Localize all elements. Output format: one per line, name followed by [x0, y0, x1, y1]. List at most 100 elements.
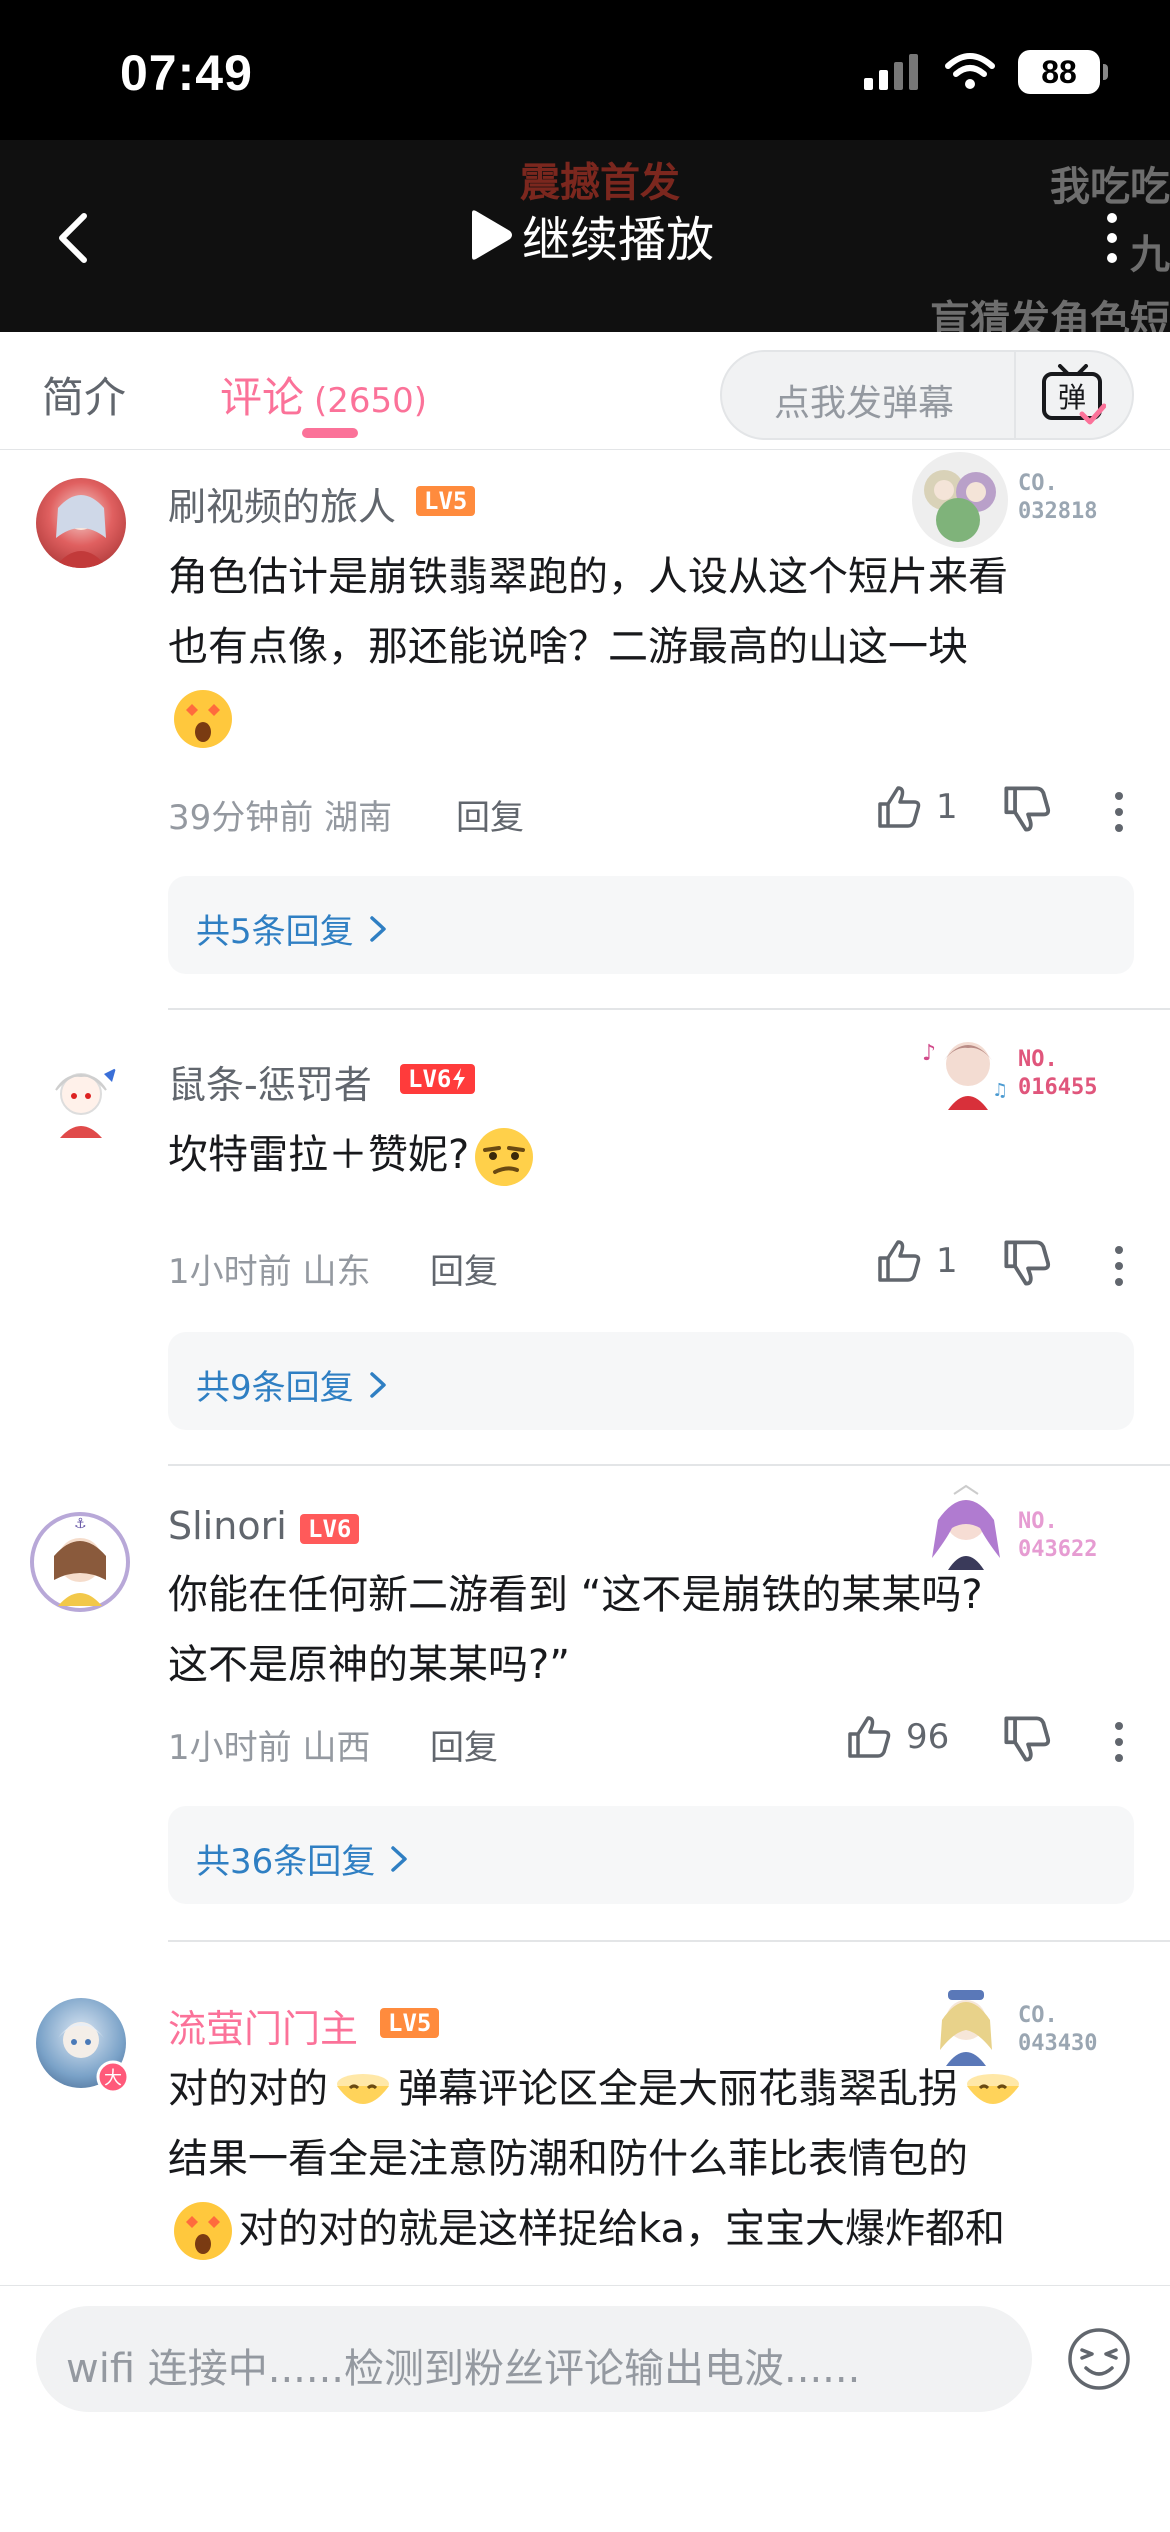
back-arrow-icon[interactable]: [44, 208, 104, 268]
tab-comments-label: 评论: [220, 373, 305, 422]
view-replies-button[interactable]: 共5条回复: [168, 876, 1134, 974]
comment-time: 39分钟前: [168, 798, 314, 838]
tabs-bar: 简介 评论 (2650) 点我发弹幕 弹: [0, 332, 1170, 450]
comment-input[interactable]: wifi 连接中......检测到粉丝评论输出电波......: [36, 2306, 1032, 2412]
surprised-emoji-icon: [174, 690, 232, 748]
verified-badge-icon: 大: [96, 2060, 130, 2094]
username[interactable]: 刷视频的旅人: [168, 476, 396, 531]
fan-badge-art: [912, 452, 1008, 548]
comment-location: 山东: [302, 1252, 371, 1292]
smug-emoji-icon: [475, 1128, 534, 1186]
reply-button[interactable]: 回复: [430, 1720, 498, 1769]
thumbs-down-icon[interactable]: [1002, 1714, 1052, 1764]
level-badge: LV5: [416, 486, 476, 516]
avatar-image: ⚓: [30, 1512, 130, 1612]
like-button[interactable]: 1: [876, 784, 958, 830]
comment-time: 1小时前: [168, 1252, 292, 1292]
like-count: 96: [906, 1717, 950, 1757]
comment-text: 角色估计是崩铁翡翠跑的，人设从这个短片来看 也有点像，那还能说啥？二游最高的山这…: [168, 542, 1118, 752]
svg-text:♫: ♫: [992, 1080, 1008, 1101]
bg-danmaku-3: 九: [1130, 232, 1170, 278]
tab-comments[interactable]: 评论 (2650): [220, 364, 427, 425]
like-button[interactable]: 1: [876, 1238, 958, 1284]
comment-item: ⚓ Slinori LV6 NO. 043622 你能在任何新二游看到 “这不是…: [0, 1466, 1170, 1994]
replies-count-label: 共9条回复: [196, 1368, 354, 1408]
battery-indicator: 88: [1018, 50, 1108, 94]
play-icon: [472, 210, 512, 260]
svg-text:大: 大: [104, 2068, 122, 2089]
bg-danmaku-2: 我吃吃: [1050, 164, 1170, 210]
svg-text:⚓: ⚓: [74, 1516, 87, 1532]
wifi-icon: [945, 53, 995, 89]
thumbs-up-icon: [878, 1240, 921, 1282]
fan-badge-number: NO. 043622: [1018, 1509, 1098, 1562]
like-button[interactable]: 96: [846, 1714, 949, 1760]
thumbs-down-icon[interactable]: [1002, 1238, 1052, 1288]
level-badge: LV6: [300, 1514, 360, 1544]
comment-item: 大 流萤门门主 LV5 CO. 043430 对的对的 弹幕评论区全是大丽花翡翠…: [0, 1942, 1170, 2285]
comment-list[interactable]: 刷视频的旅人 LV5 CO. 032818 角色估计是崩铁翡翠跑的，人设从这个短…: [0, 450, 1170, 2285]
svg-text:♪: ♪: [922, 1041, 936, 1066]
avatar[interactable]: [36, 1054, 126, 1144]
tab-intro[interactable]: 简介: [42, 364, 126, 425]
comment-meta: 1小时前 山西: [168, 1720, 370, 1769]
cellular-signal-icon: [864, 54, 918, 90]
username[interactable]: Slinori: [168, 1504, 287, 1548]
reply-button[interactable]: 回复: [456, 790, 524, 839]
avatar-image: [55, 1068, 116, 1138]
username[interactable]: 鼠条-惩罚者: [168, 1054, 372, 1109]
danmaku-icon-label: 弹: [1058, 381, 1086, 414]
level-badge: LV6: [400, 1064, 476, 1094]
comment-text: 你能在任何新二游看到 “这不是崩铁的某某吗? 这不是原神的某某吗?”: [168, 1572, 983, 1688]
comment-count: (2650): [314, 381, 428, 421]
like-count: 1: [936, 1241, 958, 1281]
danmaku-toggle-icon[interactable]: 弹: [1040, 364, 1106, 426]
continue-play-button[interactable]: 继续播放: [466, 200, 714, 270]
thumbs-up-icon: [848, 1716, 891, 1758]
status-time: 07:49: [120, 45, 253, 101]
thumbs-up-icon: [878, 786, 921, 828]
comment-location: 湖南: [324, 798, 393, 838]
lightning-icon: [453, 1068, 466, 1090]
view-replies-button[interactable]: 共9条回复: [168, 1332, 1134, 1430]
comment-more-icon[interactable]: [1112, 1244, 1126, 1288]
comment-item: 刷视频的旅人 LV5 CO. 032818 角色估计是崩铁翡翠跑的，人设从这个短…: [0, 450, 1170, 1010]
username[interactable]: 流萤门门主: [168, 1998, 358, 2053]
fan-badge-art: ♪ ♫: [922, 1041, 1008, 1110]
fan-badge-number: CO. 032818: [1018, 471, 1098, 524]
continue-play-label: 继续播放: [522, 212, 715, 268]
fan-badge[interactable]: ♪ ♫ NO. 016455: [908, 1030, 1108, 1130]
thumbs-down-icon[interactable]: [1002, 784, 1052, 834]
more-options-icon[interactable]: [1102, 210, 1122, 266]
video-header[interactable]: 震撼首发 我吃吃 九 盲猜发角色短 继续播放: [0, 140, 1170, 332]
chevron-right-icon: [369, 1371, 386, 1398]
comment-more-icon[interactable]: [1112, 790, 1126, 834]
danmaku-divider: [1014, 352, 1016, 438]
view-replies-button[interactable]: 共36条回复: [168, 1806, 1134, 1904]
reply-button[interactable]: 回复: [430, 1244, 498, 1293]
comment-location: 山西: [302, 1728, 371, 1768]
comment-input-placeholder: wifi 连接中......检测到粉丝评论输出电波......: [66, 2346, 861, 2392]
active-tab-indicator: [302, 428, 358, 438]
replies-count-label: 共36条回复: [196, 1842, 376, 1882]
avatar[interactable]: [36, 478, 126, 568]
bg-danmaku-4: 盲猜发角色短: [930, 298, 1170, 332]
bowl-emoji-icon: [967, 2074, 1019, 2104]
status-icons: 88: [862, 50, 1108, 94]
danmaku-placeholder: 点我发弹幕: [774, 383, 955, 424]
comment-meta: 39分钟前 湖南: [168, 790, 392, 839]
comment-meta: 1小时前 山东: [168, 1244, 370, 1293]
emoji-picker-icon[interactable]: [1066, 2326, 1132, 2392]
level-badge: LV5: [380, 2008, 440, 2038]
surprised-emoji-icon: [174, 2202, 232, 2260]
chevron-right-icon: [391, 1845, 408, 1872]
avatar[interactable]: ⚓: [28, 1510, 132, 1614]
comment-more-icon[interactable]: [1112, 1720, 1126, 1764]
bowl-emoji-icon: [337, 2074, 389, 2104]
comment-text: 对的对的 弹幕评论区全是大丽花翡翠乱拐 结果一看全是注意防潮和防什么菲比表情包的: [168, 2054, 1118, 2264]
send-danmaku-button[interactable]: 点我发弹幕 弹: [720, 350, 1134, 440]
like-count: 1: [936, 787, 958, 827]
fan-badge[interactable]: CO. 032818: [908, 450, 1108, 550]
replies-count-label: 共5条回复: [196, 912, 354, 952]
chevron-right-icon: [369, 915, 386, 942]
